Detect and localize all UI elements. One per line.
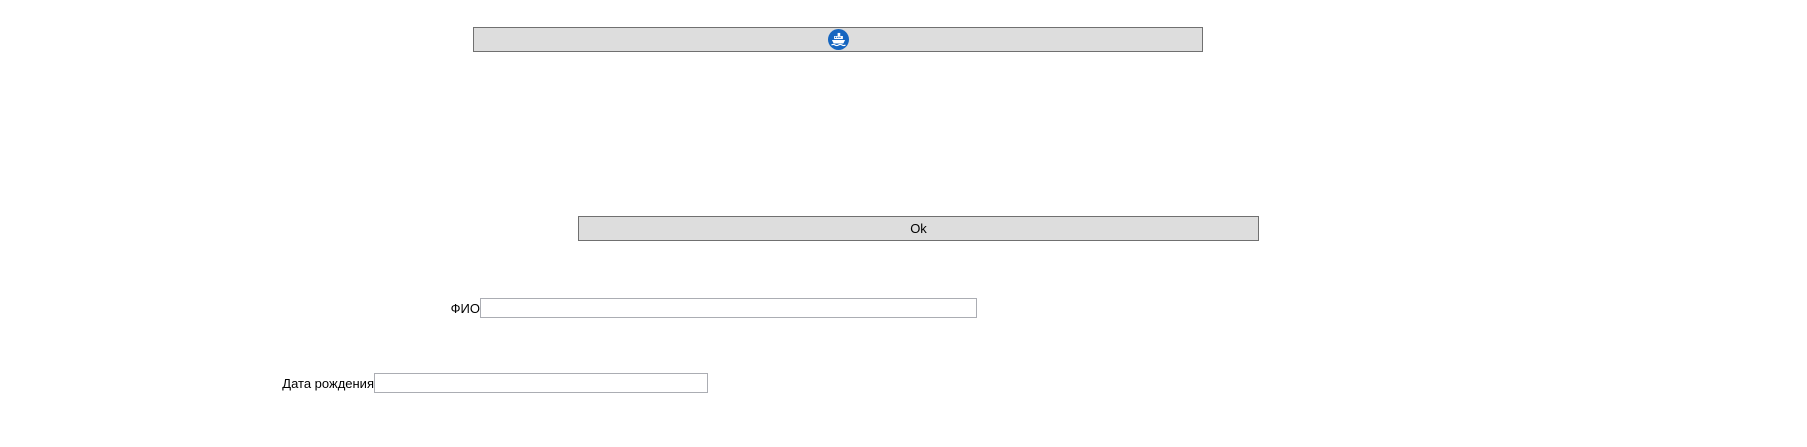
fio-input[interactable] xyxy=(480,298,977,318)
ship-icon-button[interactable] xyxy=(473,27,1203,52)
window-content: Ok ФИО Дата рождения xyxy=(0,0,1807,447)
birth-date-input[interactable] xyxy=(374,373,708,393)
ship-icon xyxy=(827,29,849,50)
ok-button[interactable]: Ok xyxy=(578,216,1259,241)
birth-date-label: Дата рождения xyxy=(282,376,374,391)
fio-label: ФИО xyxy=(450,301,480,316)
